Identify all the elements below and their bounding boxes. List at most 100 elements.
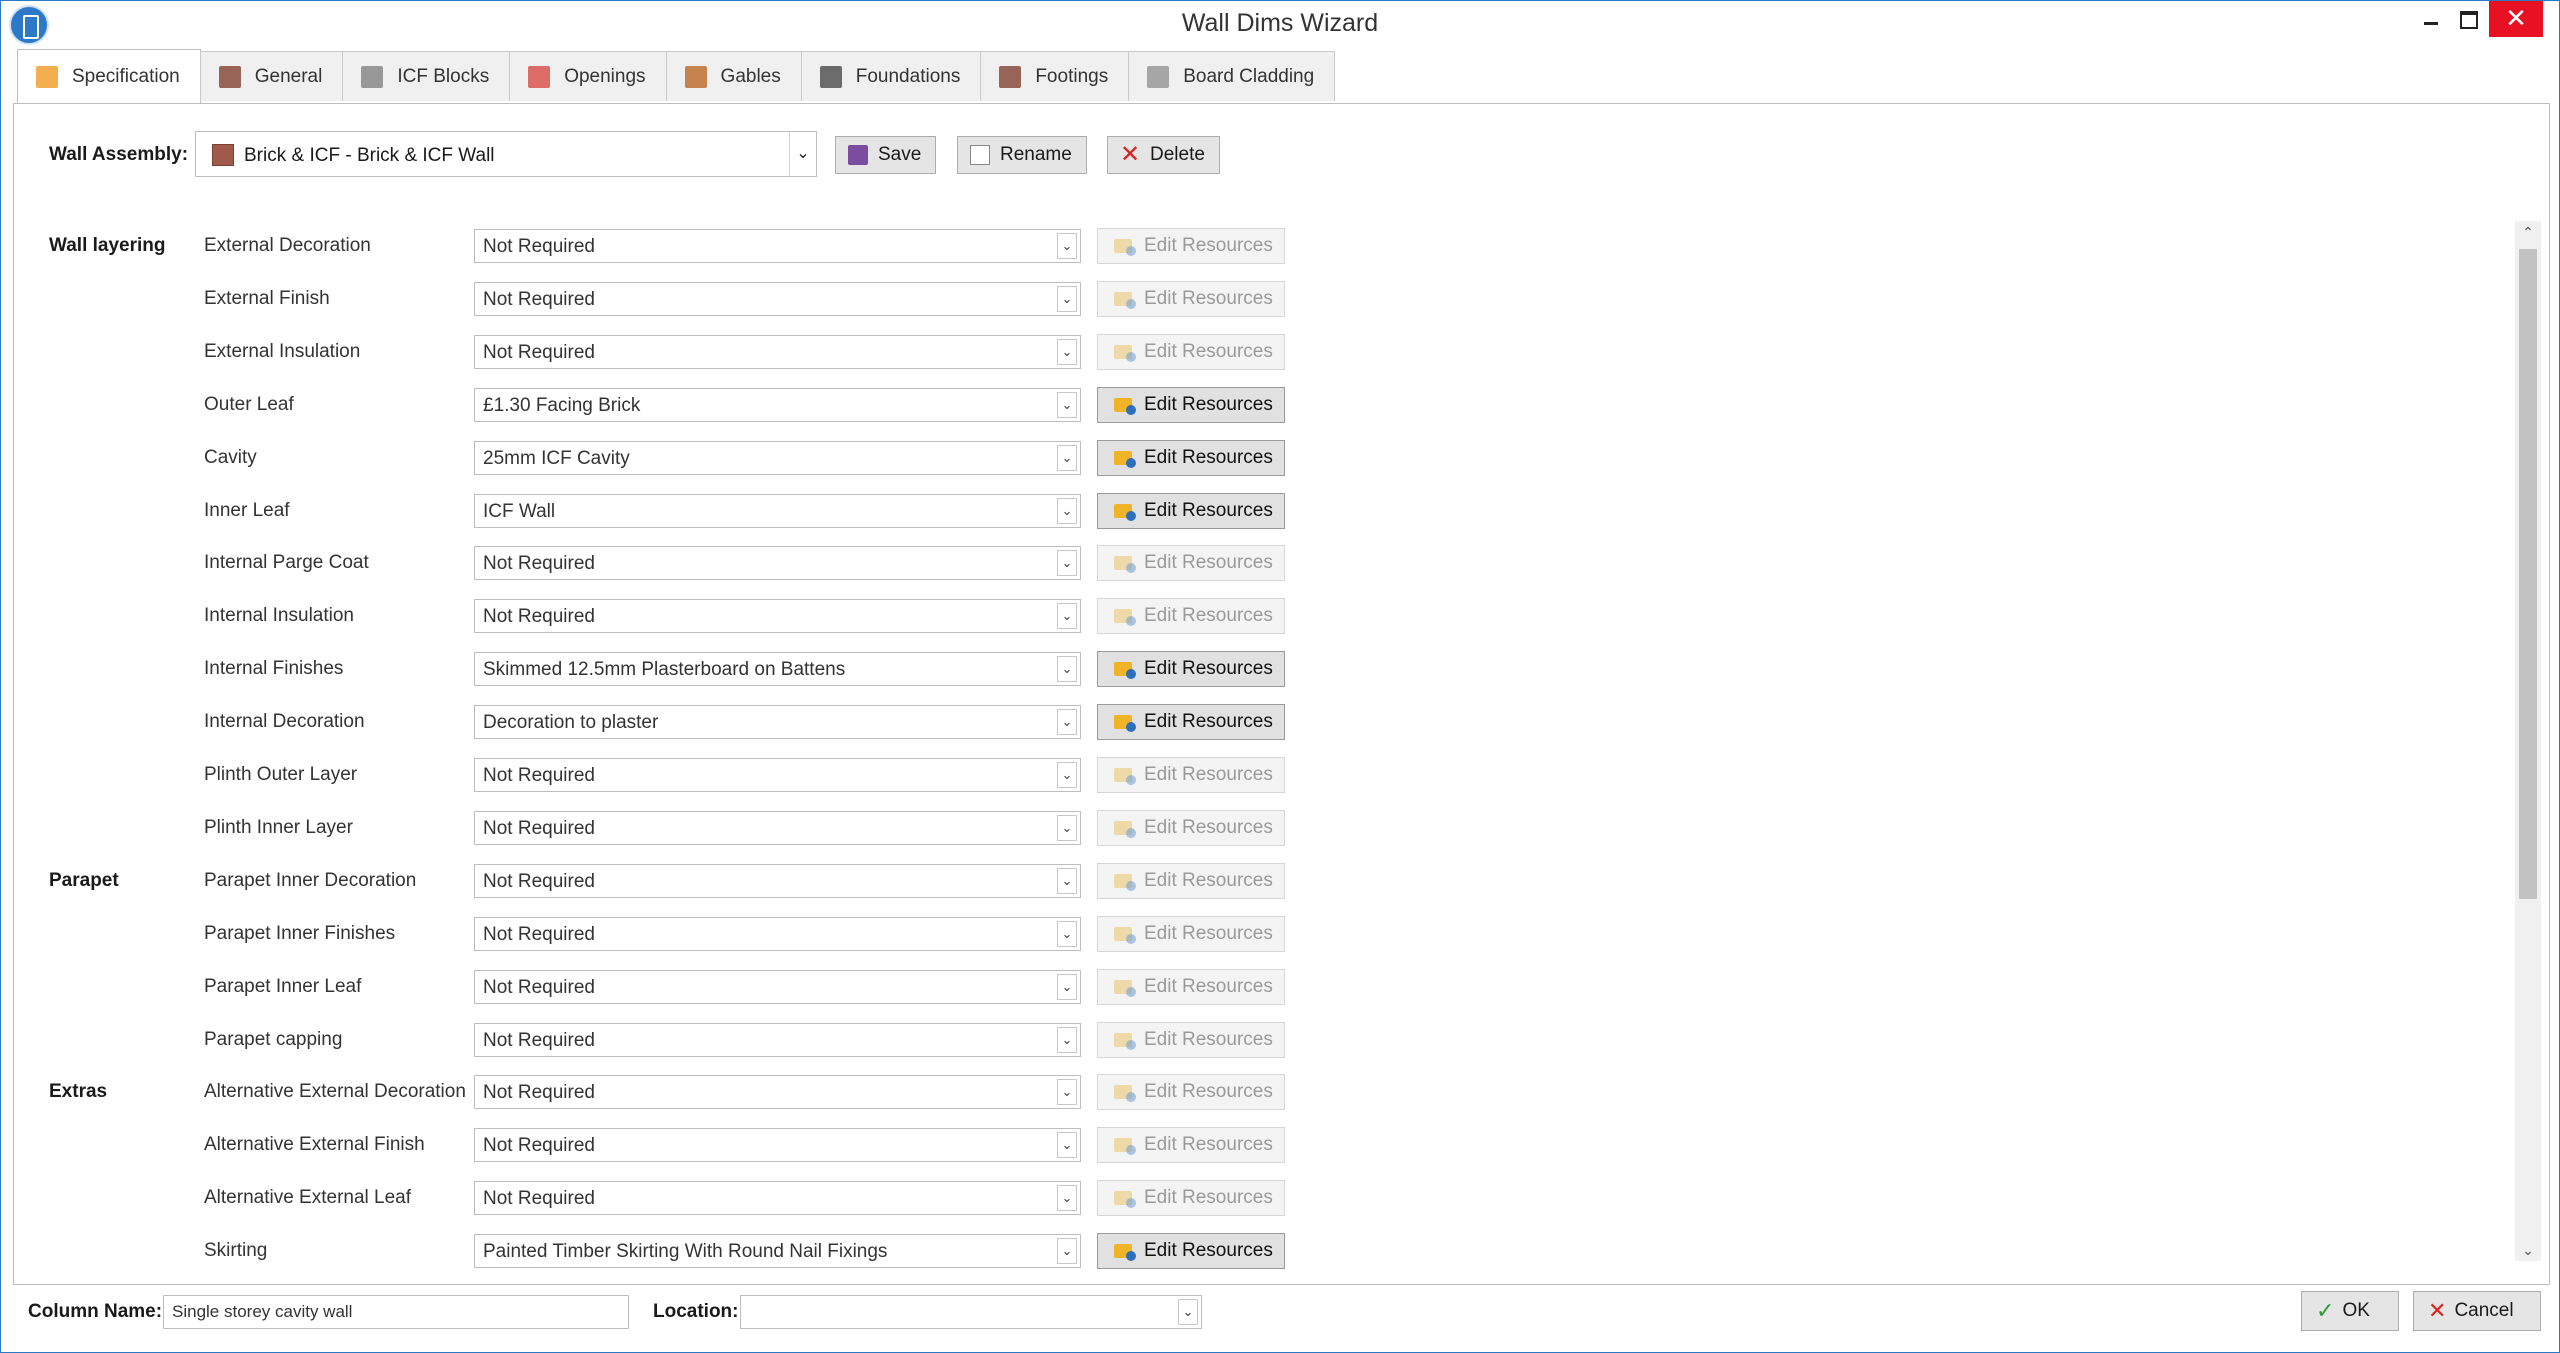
chevron-down-icon[interactable]: ⌄ xyxy=(1057,656,1077,682)
layer-value-dropdown[interactable]: Not Required ⌄ xyxy=(474,1128,1081,1162)
edit-resources-button[interactable]: Edit Resources xyxy=(1097,969,1285,1005)
layer-value-dropdown[interactable]: Not Required ⌄ xyxy=(474,1075,1081,1109)
edit-resources-button[interactable]: Edit Resources xyxy=(1097,493,1285,529)
wizard-window: Wall Dims Wizard ✕ Specification General I… xyxy=(0,0,2560,1353)
chevron-down-icon[interactable]: ⌄ xyxy=(1057,1185,1077,1211)
scroll-down-icon[interactable]: ⌄ xyxy=(2515,1239,2541,1261)
layer-value-dropdown[interactable]: Painted Timber Skirting With Round Nail … xyxy=(474,1234,1081,1268)
layer-value-dropdown[interactable]: Not Required ⌄ xyxy=(474,758,1081,792)
layer-value-dropdown[interactable]: Not Required ⌄ xyxy=(474,282,1081,316)
tab-icf-blocks[interactable]: ICF Blocks xyxy=(342,51,511,101)
save-button[interactable]: Save xyxy=(835,136,937,174)
edit-resources-button[interactable]: Edit Resources xyxy=(1097,387,1285,423)
scroll-up-icon[interactable]: ⌃ xyxy=(2515,221,2541,243)
layer-value-dropdown[interactable]: Not Required ⌄ xyxy=(474,811,1081,845)
tab-board-cladding[interactable]: Board Cladding xyxy=(1128,51,1336,101)
edit-resources-button[interactable]: Edit Resources xyxy=(1097,598,1285,634)
footing-icon xyxy=(999,65,1022,88)
chevron-down-icon[interactable]: ⌄ xyxy=(1057,1238,1077,1264)
edit-resources-button[interactable]: Edit Resources xyxy=(1097,863,1285,899)
tab-general[interactable]: General xyxy=(199,51,344,101)
tab-label: General xyxy=(254,65,323,87)
chevron-down-icon[interactable]: ⌄ xyxy=(1057,1079,1077,1105)
chevron-down-icon[interactable]: ⌄ xyxy=(1057,550,1077,576)
edit-resources-button[interactable]: Edit Resources xyxy=(1097,757,1285,793)
layer-value-dropdown[interactable]: Not Required ⌄ xyxy=(474,1181,1081,1215)
edit-resources-button[interactable]: Edit Resources xyxy=(1097,334,1285,370)
edit-resources-button[interactable]: Edit Resources xyxy=(1097,281,1285,317)
delete-button[interactable]: ✕ Delete xyxy=(1107,136,1220,174)
wall-assembly-dropdown[interactable]: Brick & ICF - Brick & ICF Wall ⌄ xyxy=(195,131,817,177)
vertical-scrollbar[interactable]: ⌃ ⌄ xyxy=(2515,221,2541,1261)
layer-value-dropdown[interactable]: Not Required ⌄ xyxy=(474,546,1081,580)
chevron-down-icon[interactable]: ⌄ xyxy=(1057,286,1077,312)
layer-value-dropdown[interactable]: Decoration to plaster ⌄ xyxy=(474,705,1081,739)
layer-value-dropdown[interactable]: 25mm ICF Cavity ⌄ xyxy=(474,441,1081,475)
layer-value-dropdown[interactable]: Not Required ⌄ xyxy=(474,917,1081,951)
tab-label: Openings xyxy=(564,65,646,87)
edit-resources-button[interactable]: Edit Resources xyxy=(1097,440,1285,476)
edit-resources-button[interactable]: Edit Resources xyxy=(1097,1233,1285,1269)
edit-resources-button[interactable]: Edit Resources xyxy=(1097,1180,1285,1216)
folder-gear-icon xyxy=(1114,659,1136,679)
cancel-button[interactable]: ✕ Cancel xyxy=(2413,1291,2541,1331)
layer-value-dropdown[interactable]: Not Required ⌄ xyxy=(474,229,1081,263)
close-button[interactable]: ✕ xyxy=(2489,1,2543,37)
tab-footings[interactable]: Footings xyxy=(980,51,1130,101)
layer-value-dropdown[interactable]: Not Required ⌄ xyxy=(474,970,1081,1004)
chevron-down-icon[interactable]: ⌄ xyxy=(1057,815,1077,841)
scrollbar-thumb[interactable] xyxy=(2519,249,2537,899)
chevron-down-icon[interactable]: ⌄ xyxy=(1057,339,1077,365)
edit-resources-button[interactable]: Edit Resources xyxy=(1097,545,1285,581)
layer-value-dropdown[interactable]: Not Required ⌄ xyxy=(474,1023,1081,1057)
chevron-down-icon[interactable]: ⌄ xyxy=(1057,709,1077,735)
rename-button[interactable]: Rename xyxy=(957,136,1087,174)
chevron-down-icon[interactable]: ⌄ xyxy=(1057,1132,1077,1158)
tab-specification[interactable]: Specification xyxy=(17,49,201,103)
chevron-down-icon[interactable]: ⌄ xyxy=(1057,392,1077,418)
layer-row-label: Parapet capping xyxy=(204,1029,343,1050)
edit-resources-button[interactable]: Edit Resources xyxy=(1097,1127,1285,1163)
ok-button[interactable]: ✓ OK xyxy=(2301,1291,2399,1331)
layer-value-dropdown[interactable]: Skimmed 12.5mm Plasterboard on Battens ⌄ xyxy=(474,652,1081,686)
red-x-icon: ✕ xyxy=(1120,141,1141,168)
layer-value-dropdown[interactable]: £1.30 Facing Brick ⌄ xyxy=(474,388,1081,422)
edit-resources-label: Edit Resources xyxy=(1144,1240,1273,1261)
chevron-down-icon[interactable]: ⌄ xyxy=(1057,921,1077,947)
layer-value-dropdown[interactable]: Not Required ⌄ xyxy=(474,335,1081,369)
tab-foundations[interactable]: Foundations xyxy=(800,51,982,101)
maximize-button[interactable] xyxy=(2449,1,2489,37)
edit-resources-button[interactable]: Edit Resources xyxy=(1097,1074,1285,1110)
layer-value-dropdown[interactable]: Not Required ⌄ xyxy=(474,599,1081,633)
column-name-input[interactable]: Single storey cavity wall xyxy=(163,1295,629,1329)
chevron-down-icon[interactable]: ⌄ xyxy=(1057,233,1077,259)
edit-resources-label: Edit Resources xyxy=(1144,923,1273,944)
location-dropdown[interactable]: ⌄ xyxy=(740,1295,1202,1329)
chevron-down-icon[interactable]: ⌄ xyxy=(789,132,816,176)
chevron-down-icon[interactable]: ⌄ xyxy=(1057,762,1077,788)
chevron-down-icon[interactable]: ⌄ xyxy=(1057,868,1077,894)
tab-openings[interactable]: Openings xyxy=(509,51,667,101)
chevron-down-icon[interactable]: ⌄ xyxy=(1057,445,1077,471)
chevron-down-icon[interactable]: ⌄ xyxy=(1057,498,1077,524)
rename-pencil-icon xyxy=(970,145,990,165)
edit-resources-button[interactable]: Edit Resources xyxy=(1097,1022,1285,1058)
chevron-down-icon[interactable]: ⌄ xyxy=(1057,603,1077,629)
layer-row-label: Plinth Inner Layer xyxy=(204,817,353,838)
layer-value: Not Required xyxy=(483,289,595,310)
minimize-button[interactable] xyxy=(2411,1,2451,37)
edit-resources-button[interactable]: Edit Resources xyxy=(1097,228,1285,264)
layer-value-dropdown[interactable]: ICF Wall ⌄ xyxy=(474,494,1081,528)
edit-resources-button[interactable]: Edit Resources xyxy=(1097,810,1285,846)
folder-gear-icon xyxy=(1114,977,1136,997)
chevron-down-icon[interactable]: ⌄ xyxy=(1057,974,1077,1000)
edit-resources-button[interactable]: Edit Resources xyxy=(1097,651,1285,687)
chevron-down-icon[interactable]: ⌄ xyxy=(1178,1299,1198,1325)
tab-gables[interactable]: Gables xyxy=(665,51,802,101)
edit-resources-button[interactable]: Edit Resources xyxy=(1097,704,1285,740)
layer-row-label: Parapet Inner Finishes xyxy=(204,923,396,944)
layer-row-label: Parapet Inner Decoration xyxy=(204,870,417,891)
edit-resources-button[interactable]: Edit Resources xyxy=(1097,916,1285,952)
layer-value-dropdown[interactable]: Not Required ⌄ xyxy=(474,864,1081,898)
chevron-down-icon[interactable]: ⌄ xyxy=(1057,1027,1077,1053)
